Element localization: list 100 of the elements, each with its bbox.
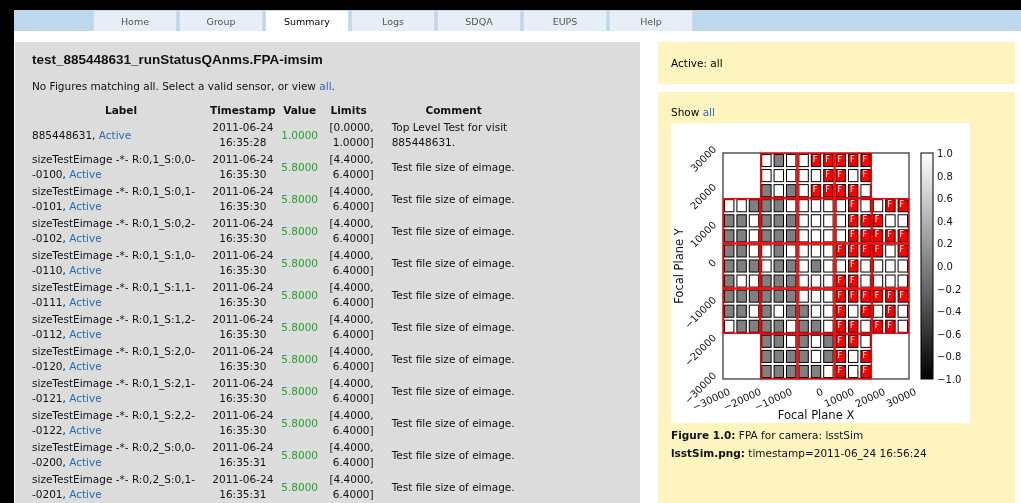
limits-cell-text: [4.4000, 6.4000] [328,440,374,470]
fail-mark: F [837,350,843,360]
y-tick-label: 0 [706,256,719,270]
nav-tab[interactable]: Home [93,10,177,31]
label-cell-text: sizeTestEimage -*- R:0,1_S:2,0--0120, Active [32,344,197,374]
comment-cell-text: Test file size of eimage. [390,479,516,495]
colorbar-tick-label: 0.8 [937,170,953,182]
fail-mark: F [837,185,843,195]
raft-border [834,197,873,244]
raft-border [834,333,873,380]
label-cell-text: sizeTestEimage -*- R:0,1_S:0,0--0100, Active [32,152,197,182]
raft-border [722,288,761,335]
limits-cell-text: [4.4000, 6.4000] [328,248,374,278]
active-link[interactable]: Active [69,488,102,500]
raft-border [759,197,798,244]
fail-mark: F [899,200,905,210]
fail-mark: F [874,290,880,300]
show-all-link[interactable]: all [702,106,715,118]
fail-mark: F [862,305,867,315]
nav-tab[interactable]: Logs [351,10,435,31]
nav-tab[interactable]: Group [179,10,263,31]
fail-mark: F [850,290,855,300]
fail-mark: F [850,200,855,210]
fail-mark: F [862,245,867,255]
active-link[interactable]: Active [69,424,102,436]
fail-mark: F [837,365,843,375]
active-link[interactable]: Active [69,296,102,308]
column-header: Limits [329,104,368,118]
limits-cell-text: [4.4000, 6.4000] [328,408,374,438]
active-link[interactable]: Active [69,232,102,244]
colorbar-tick-label: 0.4 [937,215,953,227]
comment-cell-text: Test file size of eimage. [390,223,516,239]
fail-mark: F [825,185,830,195]
active-link[interactable]: Active [69,328,102,340]
active-link[interactable]: Active [69,360,102,372]
raft-border [797,197,835,244]
label-cell-text: sizeTestEimage -*- R:0,1_S:2,2--0122, Active [32,408,197,438]
raft-border [759,152,798,199]
comment-cell-text: Test file size of eimage. [390,415,516,431]
label-cell-text: sizeTestEimage -*- R:0,2_S:0,0--0200, Active [32,440,197,470]
raft-border [759,333,798,380]
comment-cell-text: Test file size of eimage. [390,447,516,463]
raft-border [722,243,761,289]
label-cell-text: 885448631, Active [32,127,133,143]
value-text: 5.8000 [281,480,318,493]
raft-border [797,152,835,199]
nav-tab[interactable]: EUPS [523,10,607,31]
column-header: Label [32,104,210,120]
fail-mark: F [862,155,867,164]
limits-cell-text: [4.4000, 6.4000] [328,216,374,246]
timestamp-cell-text: 2011-06-24 16:35:30 [211,216,275,246]
value-text: 5.8000 [281,384,318,397]
page-title: test_885448631_runStatusQAnms.FPA-imsim [32,52,324,67]
column-header: Comment [424,104,483,118]
fail-mark: F [837,155,843,164]
fail-mark: F [887,290,892,300]
notice-text: No Figures matching all. Select a valid sensor, or view [32,80,317,92]
raft-border [797,243,835,289]
timestamp-cell-text: 2011-06-24 16:35:31 [211,440,275,470]
x-axis-label: Focal Plane X [777,408,855,422]
fail-mark: F [837,335,843,345]
comment-cell-text: Test file size of eimage. [390,287,516,303]
timestamp-cell-text: 2011-06-24 16:35:31 [211,472,275,502]
colorbar-tick-label: −1.0 [937,374,962,385]
active-link[interactable]: Active [69,392,102,404]
fail-mark: F [874,215,880,225]
raft-border [759,288,798,335]
view-all-link[interactable]: all [319,80,332,92]
raft-border [759,243,798,289]
nav-tab[interactable]: Summary [265,10,349,31]
active-link[interactable]: Active [69,264,102,276]
timestamp-cell-text: 2011-06-24 16:35:30 [211,408,275,438]
colorbar-tick-label: 1.0 [937,148,953,159]
active-link[interactable]: Active [69,168,102,180]
nav-tab[interactable]: Help [609,10,693,31]
raft-border [722,197,761,244]
fail-mark: F [862,170,867,180]
value-text: 5.8000 [281,352,318,365]
active-link[interactable]: Active [69,200,102,212]
fail-mark: F [812,185,818,195]
raft-border [797,288,835,335]
fail-mark: F [837,290,843,300]
label-cell-text: sizeTestEimage -*- R:0,1_S:2,1--0121, Active [32,376,197,406]
limits-cell-text: [0.0000, 1.0000] [328,120,374,150]
active-text: Active: all [671,57,723,69]
fail-mark: F [850,215,855,225]
fail-mark: F [825,170,830,180]
nav-tab[interactable]: SDQA [437,10,521,31]
fail-mark: F [837,320,843,330]
fail-mark: F [874,230,880,240]
active-link[interactable]: Active [69,456,102,468]
timestamp-cell-text: 2011-06-24 16:35:30 [211,248,275,278]
fail-mark: F [887,230,892,240]
figure-caption: Figure 1.0: FPA for camera: lsstSim [671,429,865,441]
colorbar-tick-label: −0.2 [937,283,962,295]
label-cell-text: sizeTestEimage -*- R:0,2_S:0,1--0201, Active [32,472,197,502]
comment-cell-text: Test file size of eimage. [390,255,516,271]
label-cell-text: sizeTestEimage -*- R:0,1_S:0,2--0102, Active [32,216,197,246]
active-link[interactable]: Active [98,128,132,141]
colorbar-tick-label: −0.4 [937,306,962,318]
